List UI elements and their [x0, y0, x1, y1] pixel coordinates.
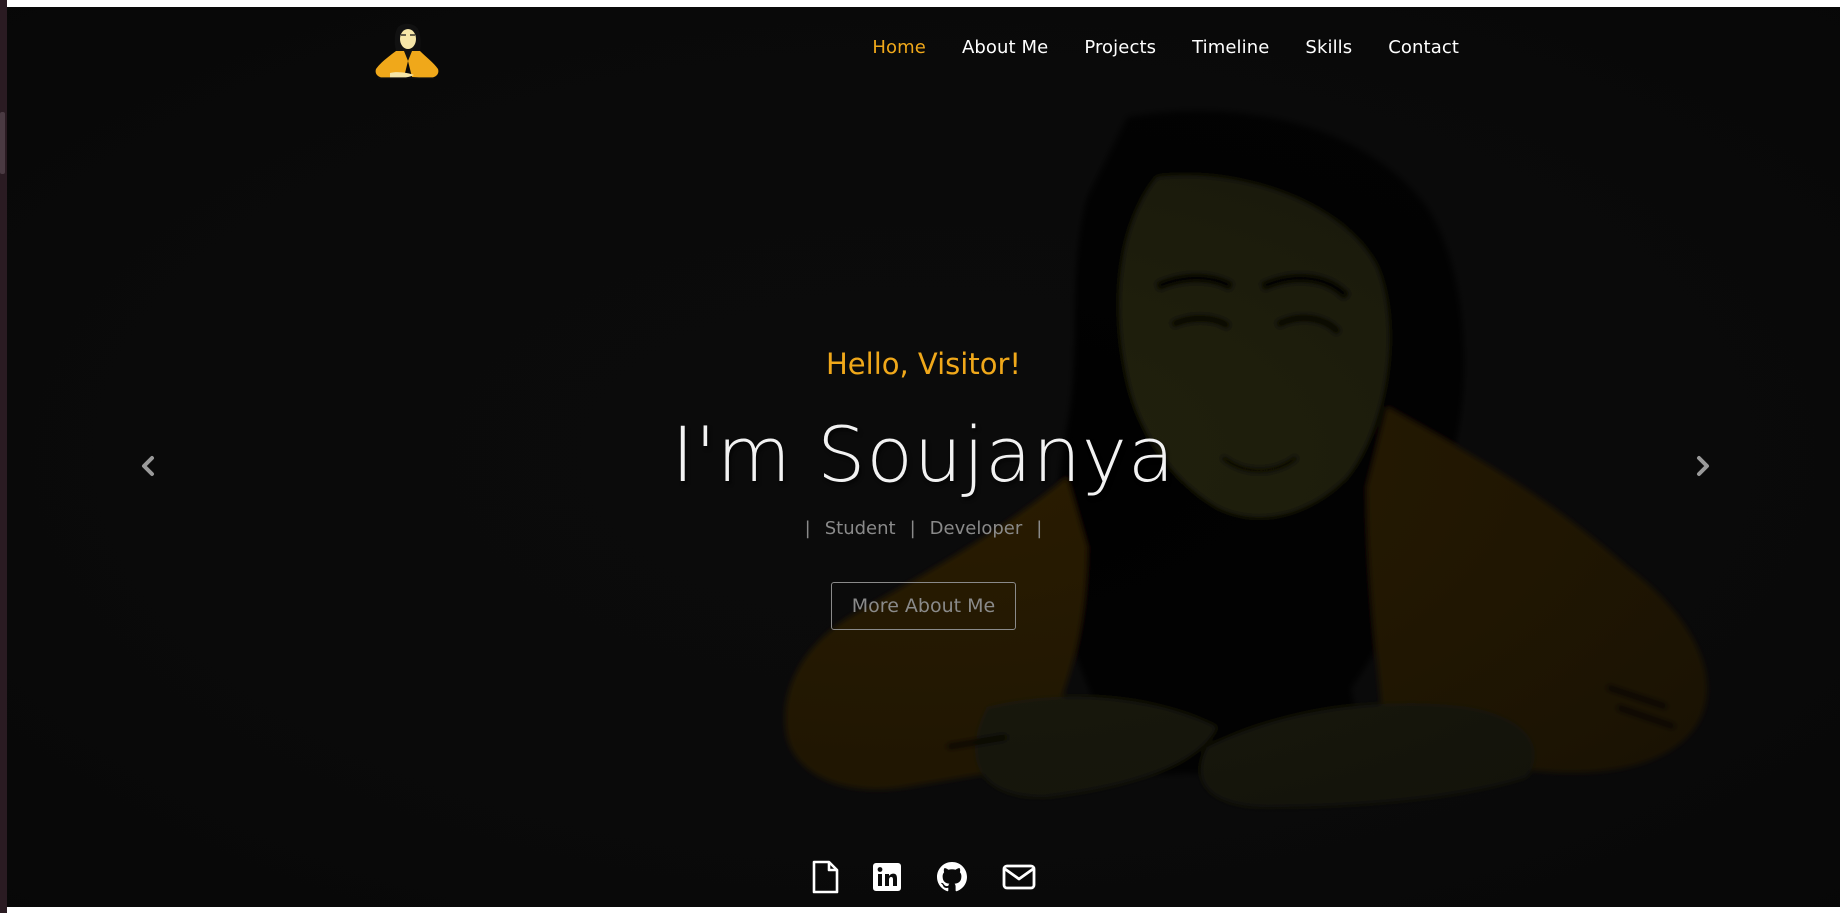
roles-separator: | — [804, 518, 811, 539]
hero-name: I'm Soujanya — [671, 410, 1176, 499]
mail-icon — [1002, 864, 1036, 890]
hero-content: Hello, Visitor! I'm Soujanya | Student | De… — [7, 7, 1840, 907]
hero-section: Home About Me Projects Timeline Skills C… — [7, 7, 1840, 907]
more-about-me-button[interactable]: More About Me — [831, 582, 1016, 630]
side-panel-strip — [0, 0, 7, 913]
hero-greeting: Hello, Visitor! — [825, 347, 1022, 381]
github-icon — [937, 862, 967, 892]
linkedin-icon — [873, 863, 901, 891]
resume-link[interactable] — [807, 859, 843, 895]
scrollbar-thumb[interactable] — [0, 112, 5, 174]
role-student: Student — [824, 518, 896, 539]
linkedin-link[interactable] — [869, 859, 905, 895]
github-link[interactable] — [934, 859, 970, 895]
hero-roles: | Student | Developer | — [7, 518, 1840, 539]
email-link[interactable] — [1001, 859, 1037, 895]
role-developer: Developer — [929, 518, 1023, 539]
file-icon — [812, 860, 839, 894]
roles-separator: | — [1036, 518, 1043, 539]
browser-window: Home About Me Projects Timeline Skills C… — [0, 0, 1840, 913]
roles-separator: | — [909, 518, 916, 539]
